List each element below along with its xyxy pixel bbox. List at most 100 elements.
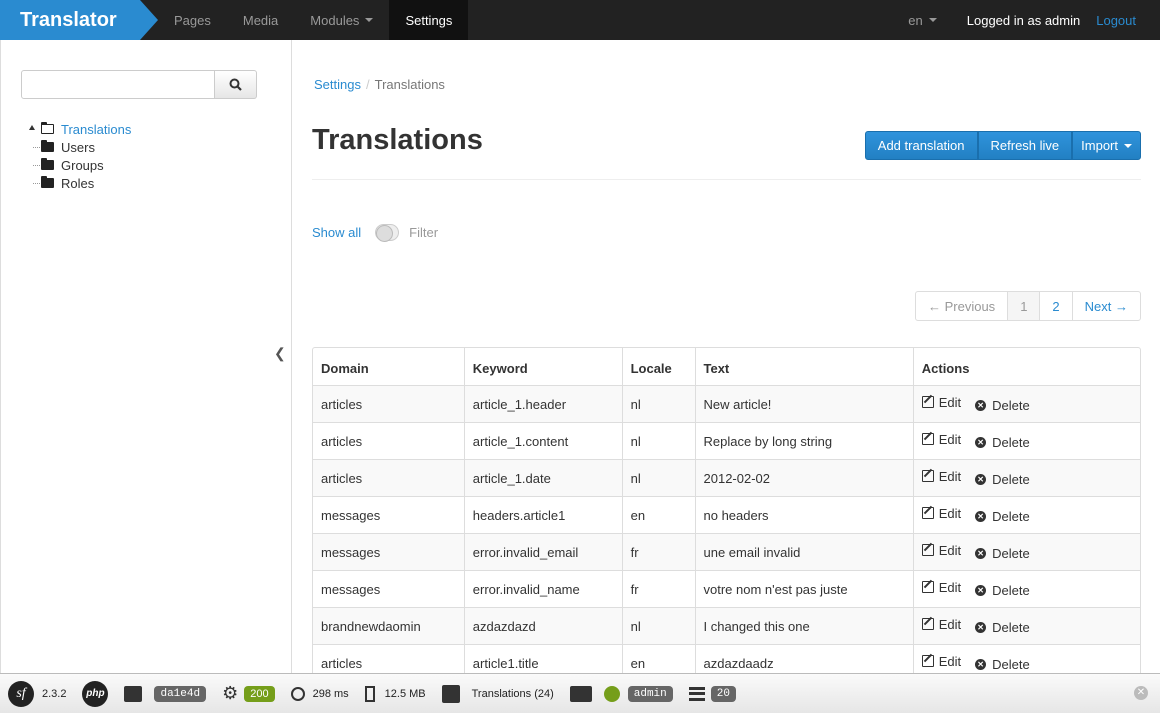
- filter-toggle[interactable]: [375, 224, 400, 242]
- edit-button[interactable]: Edit: [921, 506, 961, 521]
- page-1-button[interactable]: 1: [1007, 292, 1040, 320]
- edit-button[interactable]: Edit: [921, 432, 961, 447]
- refresh-live-button[interactable]: Refresh live: [977, 131, 1073, 160]
- table-cell: nl: [621, 422, 695, 459]
- search-icon: [229, 78, 242, 91]
- tree-label: Groups: [61, 157, 104, 173]
- edit-button[interactable]: Edit: [921, 543, 961, 558]
- table-cell: votre nom n'est pas juste: [694, 570, 913, 607]
- symfony-logo-icon: sf: [8, 680, 34, 707]
- top-navbar: Translator Pages Media Modules Settings …: [0, 0, 1160, 40]
- tree-item-users[interactable]: Users: [27, 138, 131, 156]
- database-queries[interactable]: 20: [681, 674, 744, 713]
- profiler-token[interactable]: da1e4d: [116, 674, 214, 713]
- nav-pages[interactable]: Pages: [158, 0, 227, 40]
- table-cell: New article!: [694, 385, 913, 422]
- next-page-button[interactable]: Next →: [1071, 292, 1140, 320]
- page-2-button[interactable]: 2: [1039, 292, 1071, 320]
- delete-label: Delete: [992, 583, 1030, 599]
- edit-icon: [921, 544, 934, 557]
- status-code[interactable]: ⚙ 200: [214, 674, 283, 713]
- delete-button[interactable]: ✕ Delete: [975, 620, 1030, 635]
- tree-label: Translations: [61, 121, 132, 137]
- token-badge: da1e4d: [154, 685, 207, 702]
- tree-item-groups[interactable]: Groups: [27, 156, 131, 174]
- column-header[interactable]: Text: [694, 348, 913, 385]
- translations-label: Translations (24): [471, 687, 554, 700]
- table-cell: nl: [621, 385, 695, 422]
- nav-media-label: Media: [242, 12, 279, 28]
- table-row: messages error.invalid_email fr une email i…: [313, 533, 1140, 570]
- delete-button[interactable]: ✕ Delete: [975, 509, 1030, 524]
- table-cell: messages: [313, 570, 464, 607]
- language-dropdown[interactable]: en: [894, 13, 950, 28]
- logged-in-text: Logged in as admin: [966, 12, 1081, 28]
- add-translation-button[interactable]: Add translation: [864, 131, 978, 160]
- previous-page-button[interactable]: ← Previous: [916, 292, 1007, 320]
- table-row: messages error.invalid_name fr votre nom n'…: [313, 570, 1140, 607]
- folder-icon: [41, 158, 54, 170]
- delete-button[interactable]: ✕ Delete: [975, 583, 1030, 598]
- brand-logo[interactable]: Translator: [0, 0, 158, 40]
- symfony-version[interactable]: sf 2.3.2: [0, 674, 74, 713]
- table-cell: error.invalid_email: [463, 533, 622, 570]
- edit-icon: [921, 470, 934, 483]
- actions-cell: Edit ✕ Delete: [912, 496, 1140, 533]
- timer[interactable]: 298 ms: [283, 674, 357, 713]
- column-header[interactable]: Domain: [313, 348, 464, 385]
- import-dropdown-button[interactable]: Import: [1072, 131, 1141, 160]
- edit-button[interactable]: Edit: [921, 469, 961, 484]
- box-icon: [441, 684, 460, 703]
- memory-icon: [364, 685, 375, 702]
- show-all-link[interactable]: Show all: [312, 225, 361, 240]
- logout-link[interactable]: Logout: [1088, 13, 1160, 28]
- folder-open-icon: [40, 121, 54, 134]
- table-cell: une email invalid: [694, 533, 913, 570]
- edit-label: Edit: [938, 394, 962, 410]
- nav-modules-label: Modules: [310, 12, 360, 28]
- table-cell: articles: [313, 459, 464, 496]
- column-header[interactable]: Locale: [621, 348, 695, 385]
- delete-button[interactable]: ✕ Delete: [975, 472, 1030, 487]
- edit-button[interactable]: Edit: [921, 616, 962, 632]
- edit-button[interactable]: Edit: [921, 580, 961, 595]
- delete-button[interactable]: ✕ Delete: [975, 435, 1030, 450]
- table-body: articles article_1.header nl New article! Ed…: [313, 385, 1140, 681]
- nav-modules[interactable]: Modules: [294, 0, 389, 40]
- edit-label: Edit: [938, 616, 962, 632]
- breadcrumb-settings[interactable]: Settings: [314, 77, 361, 92]
- search-button[interactable]: [215, 70, 257, 99]
- nav-settings[interactable]: Settings: [389, 0, 469, 40]
- sidebar-collapse-icon[interactable]: ❮: [274, 345, 286, 362]
- memory[interactable]: 12.5 MB: [357, 674, 434, 713]
- php-info[interactable]: php: [74, 674, 116, 713]
- close-icon[interactable]: ✕: [1134, 686, 1148, 700]
- search-input[interactable]: [21, 70, 215, 99]
- clock-icon: [290, 686, 305, 701]
- version-label: 2.3.2: [42, 687, 67, 700]
- php-logo-icon: php: [82, 680, 109, 707]
- nav-media[interactable]: Media: [227, 0, 294, 40]
- column-header[interactable]: Keyword: [463, 348, 622, 385]
- delete-button[interactable]: ✕ Delete: [975, 398, 1030, 413]
- tree-collapse-icon[interactable]: [29, 125, 35, 130]
- delete-label: Delete: [992, 546, 1030, 562]
- delete-icon: ✕: [975, 400, 987, 412]
- edit-icon: [921, 507, 934, 520]
- tree-item-roles[interactable]: Roles: [27, 174, 131, 192]
- security-user[interactable]: admin: [562, 674, 681, 713]
- tree-item-translations[interactable]: Translations: [27, 120, 131, 138]
- edit-button[interactable]: Edit: [921, 394, 962, 410]
- nav-pages-label: Pages: [174, 12, 211, 28]
- delete-icon: ✕: [975, 548, 987, 560]
- table-cell: 2012-02-02: [694, 459, 913, 496]
- actions-cell: Edit ✕ Delete: [912, 533, 1140, 570]
- delete-button[interactable]: ✕ Delete: [975, 546, 1030, 561]
- edit-button[interactable]: Edit: [921, 654, 961, 669]
- translations-panel[interactable]: Translations (24): [434, 674, 562, 713]
- delete-button[interactable]: ✕ Delete: [975, 657, 1030, 672]
- table-cell: articles: [313, 385, 464, 422]
- language-label: en: [908, 12, 923, 28]
- table-row: articles article_1.content nl Replace by lo…: [313, 422, 1140, 459]
- table-cell: azdazdazd: [463, 607, 622, 644]
